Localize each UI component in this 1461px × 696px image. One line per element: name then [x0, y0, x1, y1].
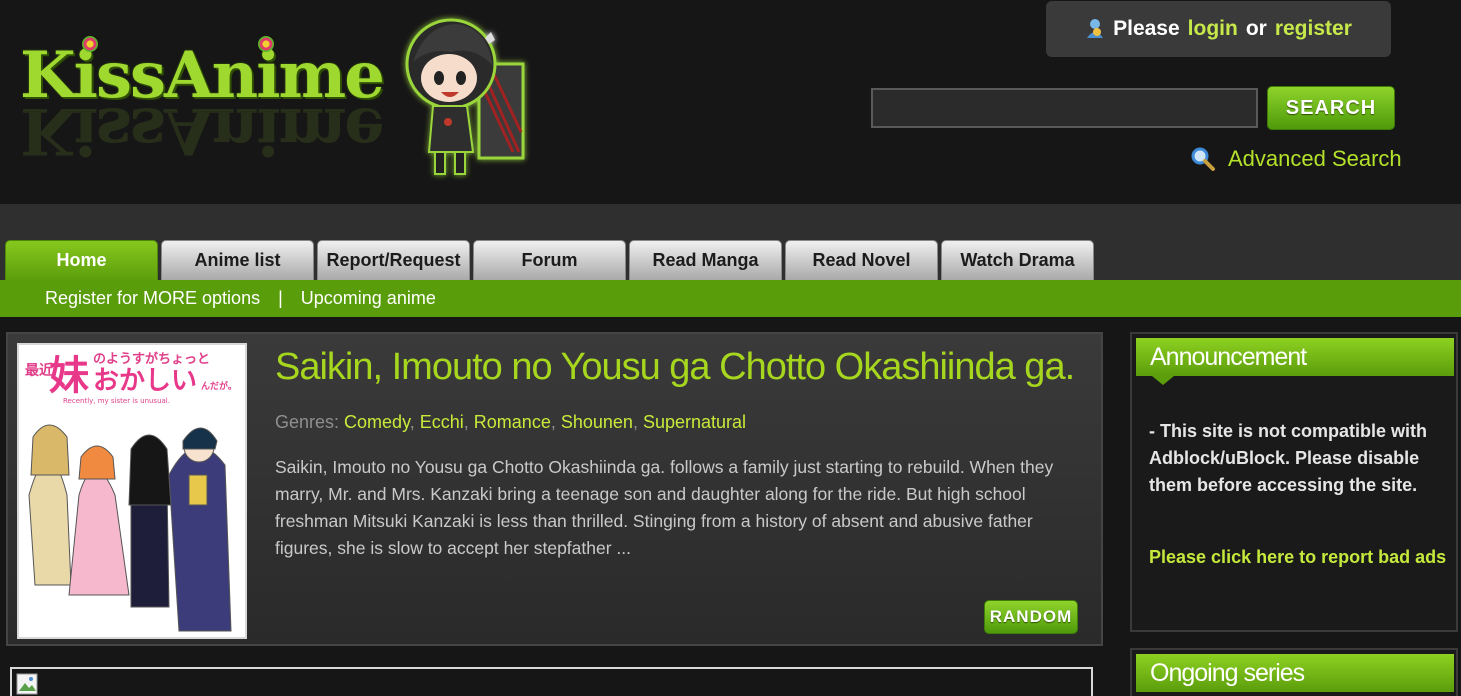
genres-label: Genres: [275, 412, 340, 432]
advanced-search-label: Advanced Search [1228, 146, 1402, 171]
subnav-separator: | [278, 288, 283, 308]
report-bad-ads-link[interactable]: Please click here to report bad ads [1149, 544, 1449, 571]
genre-link[interactable]: Comedy [344, 412, 410, 432]
tab-read-novel[interactable]: Read Novel [785, 240, 938, 280]
search-button[interactable]: SEARCH [1267, 86, 1395, 130]
site-logo[interactable]: KissAnime KissAnime [20, 36, 385, 170]
tab-read-manga[interactable]: Read Manga [629, 240, 782, 280]
main-nav: Home Anime list Report/Request Forum Rea… [0, 204, 1461, 280]
advanced-search-link[interactable]: Advanced Search [1190, 146, 1402, 172]
ongoing-series-box: Ongoing series [1130, 648, 1458, 696]
anime-poster[interactable]: 最近 妹 のようすがちょっと おかしい んだが。 Recently, my si… [17, 343, 247, 639]
poster-art: 最近 妹 のようすがちょっと おかしい んだが。 Recently, my si… [19, 345, 245, 637]
nav-tabs: Home Anime list Report/Request Forum Rea… [5, 240, 1094, 280]
poster-jp-tail: んだが。 [201, 380, 237, 392]
tab-anime-list[interactable]: Anime list [161, 240, 314, 280]
logo-flower-icon [258, 36, 274, 52]
register-more-link[interactable]: Register for MORE options [45, 288, 260, 309]
poster-jp-hira: のようすがちょっと [93, 351, 210, 367]
user-icon [1087, 19, 1104, 38]
genre-link[interactable]: Shounen [561, 412, 633, 432]
banner-image [10, 667, 1093, 696]
genres-line: Genres: Comedy, Ecchi, Romance, Shounen,… [275, 412, 747, 432]
genre-link[interactable]: Supernatural [643, 412, 746, 432]
poster-subtitle: Recently, my sister is unusual. [63, 397, 170, 405]
site-header: KissAnime KissAnime Please login or regi… [0, 0, 1461, 204]
logo-reflection: KissAnime [20, 106, 383, 166]
featured-title[interactable]: Saikin, Imouto no Yousu ga Chotto Okashi… [275, 346, 1075, 389]
mascot-image [405, 18, 525, 175]
search-input[interactable] [871, 88, 1258, 128]
announcement-heading: Announcement [1136, 338, 1454, 376]
featured-anime-panel: 最近 妹 のようすがちょっと おかしい んだが。 Recently, my si… [6, 332, 1103, 646]
ongoing-heading: Ongoing series [1136, 654, 1454, 692]
genre-link[interactable]: Romance [474, 412, 551, 432]
login-prefix: Please [1113, 17, 1180, 40]
login-or-text: or [1245, 17, 1267, 40]
upcoming-anime-link[interactable]: Upcoming anime [301, 288, 436, 309]
tab-home[interactable]: Home [5, 240, 158, 280]
logo-flower-icon [82, 36, 98, 52]
login-box: Please login or register [1046, 1, 1391, 57]
poster-jp-hira2: おかしい [93, 366, 197, 396]
magnifier-icon [1191, 147, 1215, 171]
announcement-text: - This site is not compatible with Adblo… [1149, 421, 1428, 495]
random-button[interactable]: RANDOM [984, 600, 1078, 634]
heading-notch [1152, 376, 1174, 385]
tab-watch-drama[interactable]: Watch Drama [941, 240, 1094, 280]
featured-description: Saikin, Imouto no Yousu ga Chotto Okashi… [275, 457, 1054, 558]
tab-forum[interactable]: Forum [473, 240, 626, 280]
announcement-box: Announcement - This site is not compatib… [1130, 332, 1458, 632]
register-link[interactable]: register [1275, 17, 1352, 41]
broken-image-icon [16, 673, 38, 695]
login-link[interactable]: login [1188, 17, 1238, 41]
tab-report-request[interactable]: Report/Request [317, 240, 470, 280]
logo-text: KissAnime [20, 38, 385, 113]
sub-nav: Register for MORE options | Upcoming ani… [0, 280, 1461, 317]
poster-jp-big: 妹 [49, 353, 89, 399]
genre-link[interactable]: Ecchi [420, 412, 464, 432]
